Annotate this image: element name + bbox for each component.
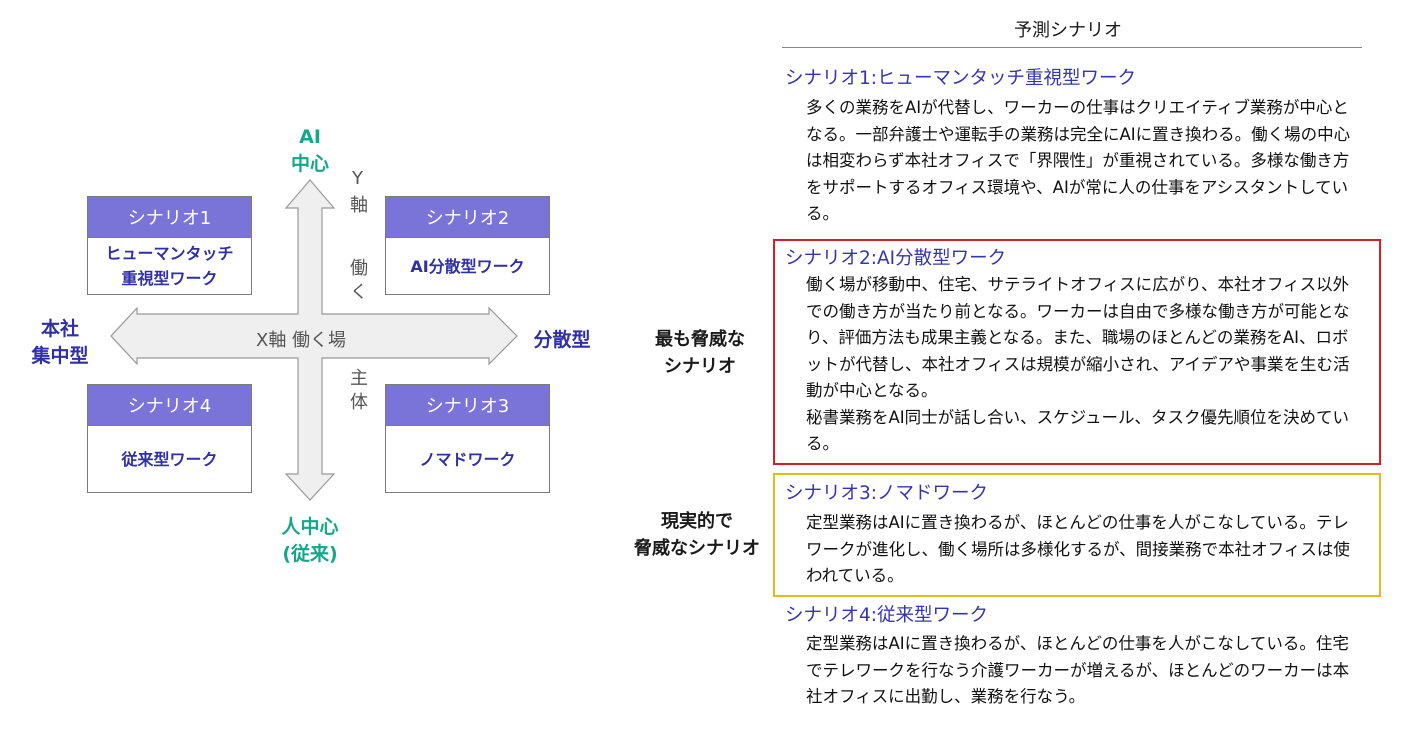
scenario-1-title: シナリオ1:ヒューマンタッチ重視型ワーク: [785, 68, 1137, 89]
quadrant-header: シナリオ2: [386, 197, 549, 238]
scenario-3-body: 定型業務はAIに置き換わるが、ほとんどの仕事を人がこなしている。テレワークが進化…: [806, 513, 1350, 585]
quadrant-box-2: シナリオ2 AI分散型ワーク: [385, 196, 550, 295]
most-threat-label: 最も脅威な シナリオ: [655, 329, 745, 377]
scenario-2-body: 働く場が移動中、住宅、サテライトオフィスに広がり、本社オフィス以外での働き方が当…: [806, 275, 1350, 453]
scenario-1-body: 多くの業務をAIが代替し、ワーカーの仕事はクリエイティブ業務が中心となる。一部弁…: [806, 98, 1351, 223]
y-axis-subject: 主体: [347, 368, 368, 416]
axis-left-label: 本社 集中型: [31, 318, 89, 367]
title-divider: [782, 47, 1362, 48]
axis-right-label: 分散型: [533, 329, 591, 351]
scenario-4-body: 定型業務はAIに置き換わるが、ほとんどの仕事を人がこなしている。住宅でテレワーク…: [806, 634, 1350, 706]
quadrant-body: ノマドワーク: [419, 449, 516, 469]
quadrant-header: シナリオ4: [88, 385, 251, 426]
scenario-4-title: シナリオ4:従来型ワーク: [785, 605, 989, 626]
quadrant-box-4: シナリオ4 従来型ワーク: [87, 384, 252, 493]
y-axis-work: 働く: [347, 258, 368, 306]
scenario-3-title: シナリオ3:ノマドワーク: [785, 483, 989, 504]
quadrant-body: 従来型ワーク: [121, 449, 218, 469]
x-axis-label: X軸 働く場: [256, 330, 347, 351]
scenario-2-title: シナリオ2:AI分散型ワーク: [785, 248, 1007, 269]
quadrant-body: AI分散型ワーク: [410, 256, 525, 276]
quadrant-box-3: シナリオ3 ノマドワーク: [385, 384, 550, 493]
quadrant-header: シナリオ3: [386, 385, 549, 426]
y-axis-label: Y軸: [347, 168, 368, 219]
quadrant-body: ヒューマンタッチ 重視型ワーク: [105, 244, 234, 288]
quadrant-header: シナリオ1: [88, 197, 251, 238]
right-panel-title: 予測シナリオ: [1014, 20, 1122, 41]
axis-bottom-label: 人中心 (従来): [281, 516, 339, 565]
axis-top-label: AI 中心: [290, 126, 329, 175]
quadrant-box-1: シナリオ1 ヒューマンタッチ 重視型ワーク: [87, 196, 252, 295]
real-threat-label: 現実的で 脅威なシナリオ: [634, 511, 760, 559]
